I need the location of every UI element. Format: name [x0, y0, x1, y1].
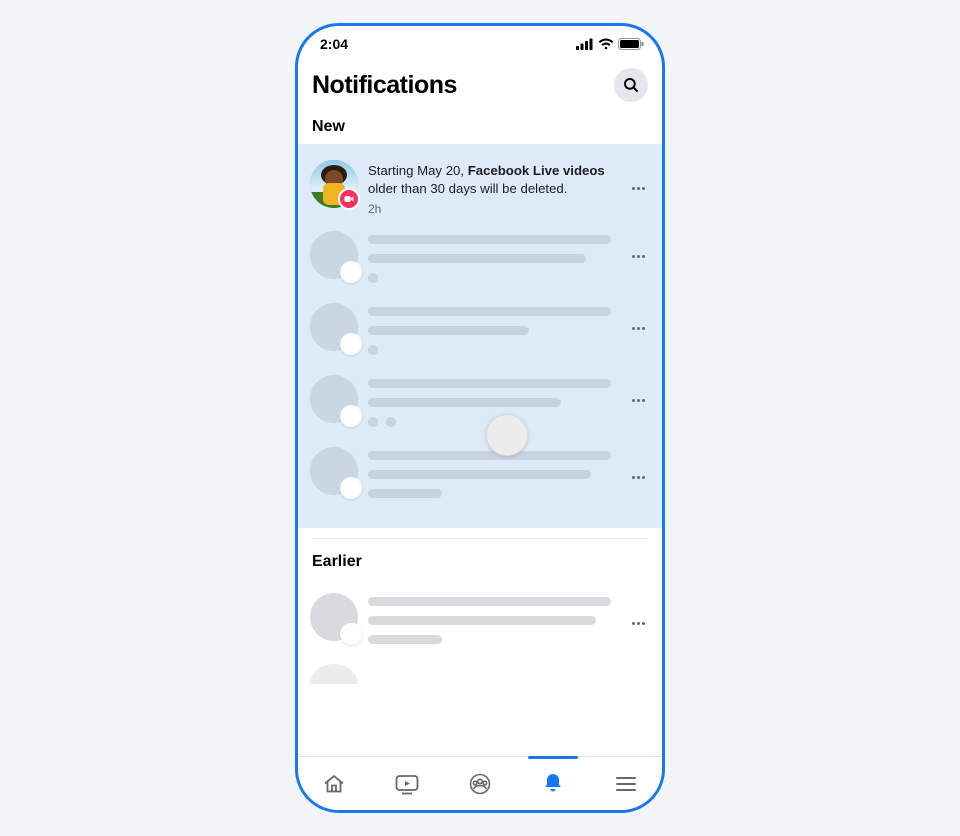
notifications-list: New Starting May 20, Facebook Live video… [298, 112, 662, 756]
notification-more-button[interactable] [626, 622, 650, 625]
touch-indicator [486, 414, 528, 456]
wifi-icon [598, 38, 614, 50]
section-earlier-title: Earlier [298, 539, 662, 579]
notification-text-suffix: older than 30 days will be deleted. [368, 181, 567, 196]
avatar-wrap [310, 160, 358, 208]
page-title: Notifications [312, 71, 457, 100]
notification-time: 2h [368, 201, 616, 217]
status-indicators [576, 38, 644, 50]
notification-text: Starting May 20, Facebook Live videos ol… [368, 160, 616, 217]
notification-more-button[interactable] [626, 255, 650, 258]
section-new: Starting May 20, Facebook Live videos ol… [298, 144, 662, 528]
cellular-icon [576, 38, 594, 50]
tab-bar [298, 756, 662, 810]
search-icon [622, 76, 640, 94]
notification-text-bold: Facebook Live videos [468, 163, 605, 178]
notification-placeholder [298, 221, 662, 293]
tab-notifications[interactable] [516, 757, 589, 810]
menu-icon [615, 773, 637, 795]
notification-placeholder [298, 437, 662, 518]
status-time: 2:04 [320, 36, 348, 52]
groups-icon [468, 772, 492, 796]
status-bar: 2:04 [298, 26, 662, 56]
notification-placeholder [298, 664, 662, 722]
notification-more-button[interactable] [626, 399, 650, 402]
section-new-title: New [298, 112, 662, 144]
header: Notifications [298, 56, 662, 112]
notification-more-button[interactable] [626, 187, 650, 190]
tab-watch[interactable] [371, 757, 444, 810]
search-button[interactable] [614, 68, 648, 102]
notification-more-button[interactable] [626, 327, 650, 330]
watch-icon [394, 772, 420, 796]
tab-menu[interactable] [589, 757, 662, 810]
notification-text-prefix: Starting May 20, [368, 163, 468, 178]
tab-home[interactable] [298, 757, 371, 810]
notification-placeholder [298, 293, 662, 365]
notification-more-button[interactable] [626, 476, 650, 479]
tab-groups[interactable] [444, 757, 517, 810]
phone-frame: 2:04 Notifications New [295, 23, 665, 813]
notification-placeholder [298, 583, 662, 664]
battery-icon [618, 38, 644, 50]
home-icon [322, 772, 346, 796]
notification-placeholder [298, 365, 662, 437]
live-video-badge-icon [338, 188, 360, 210]
section-earlier [298, 579, 662, 722]
bell-icon [542, 772, 564, 796]
notification-item[interactable]: Starting May 20, Facebook Live videos ol… [298, 152, 662, 221]
